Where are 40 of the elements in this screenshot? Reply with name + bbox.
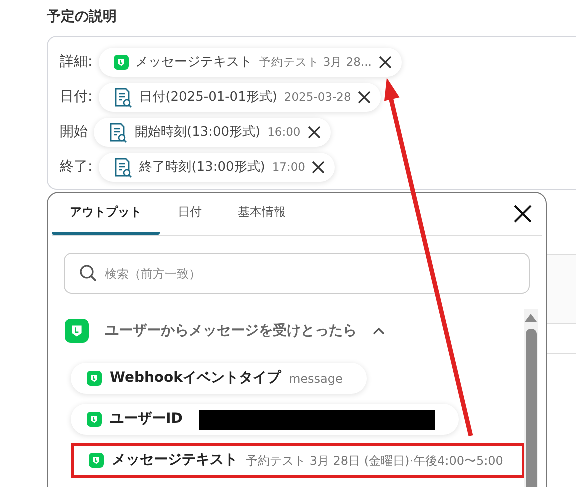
scroll-up-icon [525,313,537,323]
token-value: 16:00 [268,124,301,141]
chevron-up-icon [373,326,385,336]
token-value: 2025-03-28 [284,88,352,106]
scrollbar[interactable] [524,309,538,487]
chat-app-icon [87,371,102,386]
document-search-icon [114,88,133,108]
field-label: 日付: [60,88,93,107]
token-name: 終了時刻(13:00形式) [140,158,266,177]
chat-app-icon [87,412,102,427]
tab[interactable]: 基本情報 [220,203,304,235]
chat-app-icon [114,55,129,70]
output-item[interactable]: ユーザーID [71,404,459,435]
token-value: 予約テスト 3月 28... [260,54,372,71]
token-name: メッセージテキスト [136,54,253,72]
remove-button[interactable] [312,161,326,174]
tab[interactable]: 日付 [160,203,220,235]
token-value: 17:00 [272,158,306,176]
group-header[interactable]: ユーザーからメッセージを受けとったら [65,319,524,343]
document-search-icon [114,158,133,178]
scrollbar-thumb[interactable] [526,329,536,487]
remove-button[interactable] [378,56,392,69]
field-label: 詳細: [60,53,93,72]
close-button[interactable] [514,205,532,223]
remove-button[interactable] [308,126,321,139]
output-item[interactable]: メッセージテキスト 予約テスト 3月 28日 (金曜日)·午後4:00〜5:00 [73,445,524,476]
output-item[interactable]: Webhookイベントタイプ message [71,363,367,394]
section-title: 予定の説明 [47,8,118,27]
item-value: 予約テスト 3月 28日 (金曜日)·午後4:00〜5:00 [246,452,504,470]
token-name: 日付(2025-01-01形式) [140,88,278,107]
document-search-icon [109,122,128,142]
chat-app-icon [89,453,104,468]
search-field[interactable]: 検索（前方一致） [64,253,530,294]
field-label: 終了: [60,158,93,177]
item-value: message [288,370,343,388]
remove-button[interactable] [358,91,372,104]
field-label: 開始 [60,123,88,142]
tab[interactable]: アウトプット [52,203,160,235]
token-name: 開始時刻(13:00形式) [135,124,261,142]
chat-app-icon [65,319,89,343]
